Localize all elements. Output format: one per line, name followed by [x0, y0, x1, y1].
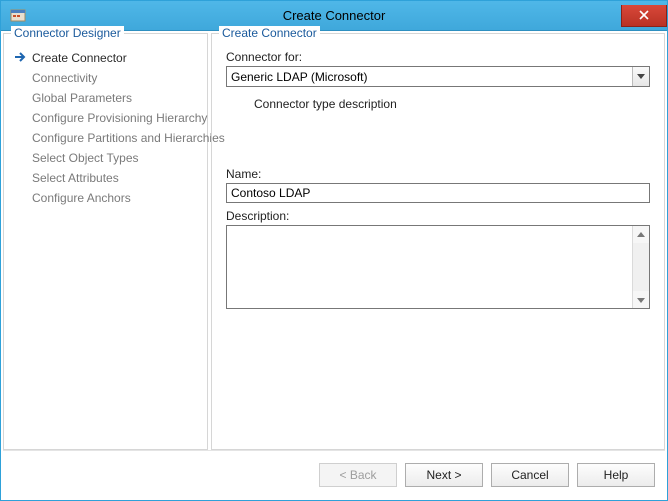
- scroll-down-icon: [633, 291, 649, 308]
- dropdown-arrow-icon: [632, 67, 649, 86]
- main-header: Create Connector: [219, 26, 320, 40]
- step-label: Configure Anchors: [32, 191, 131, 205]
- step-configure-anchors[interactable]: Configure Anchors: [12, 188, 199, 208]
- back-button[interactable]: < Back: [319, 463, 397, 487]
- cancel-button[interactable]: Cancel: [491, 463, 569, 487]
- description-scrollbar[interactable]: [632, 226, 649, 308]
- description-label: Description:: [226, 209, 650, 223]
- current-step-arrow-icon: [14, 51, 28, 63]
- window-title: Create Connector: [1, 8, 667, 23]
- connector-for-value: Generic LDAP (Microsoft): [231, 70, 367, 84]
- close-icon: [639, 10, 649, 20]
- next-button[interactable]: Next >: [405, 463, 483, 487]
- create-connector-panel: Create Connector Connector for: Generic …: [211, 33, 665, 450]
- step-label: Configure Partitions and Hierarchies: [32, 131, 225, 145]
- create-connector-window: Create Connector Connector Designer Crea…: [0, 0, 668, 501]
- step-label: Connectivity: [32, 71, 97, 85]
- step-label: Select Attributes: [32, 171, 119, 185]
- name-label: Name:: [226, 167, 650, 181]
- step-select-object-types[interactable]: Select Object Types: [12, 148, 199, 168]
- connector-for-dropdown[interactable]: Generic LDAP (Microsoft): [226, 66, 650, 87]
- close-button[interactable]: [621, 5, 667, 27]
- help-button[interactable]: Help: [577, 463, 655, 487]
- step-label: Create Connector: [32, 51, 127, 65]
- connector-type-description: Connector type description: [254, 97, 650, 111]
- button-bar: < Back Next > Cancel Help: [3, 450, 665, 498]
- description-input[interactable]: [227, 226, 632, 308]
- form-area: Connector for: Generic LDAP (Microsoft) …: [220, 42, 656, 441]
- step-create-connector[interactable]: Create Connector: [12, 48, 199, 68]
- step-connectivity[interactable]: Connectivity: [12, 68, 199, 88]
- step-label: Configure Provisioning Hierarchy: [32, 111, 207, 125]
- name-input[interactable]: [226, 183, 650, 203]
- step-configure-provisioning-hierarchy[interactable]: Configure Provisioning Hierarchy: [12, 108, 199, 128]
- wizard-steps: Create Connector Connectivity Global Par…: [12, 48, 199, 208]
- connector-for-label: Connector for:: [226, 50, 650, 64]
- app-icon: [10, 8, 26, 24]
- step-select-attributes[interactable]: Select Attributes: [12, 168, 199, 188]
- sidebar-header: Connector Designer: [11, 26, 124, 40]
- step-configure-partitions-hierarchies[interactable]: Configure Partitions and Hierarchies: [12, 128, 199, 148]
- description-field-wrap: [226, 225, 650, 309]
- scroll-up-icon: [633, 226, 649, 243]
- step-global-parameters[interactable]: Global Parameters: [12, 88, 199, 108]
- connector-designer-panel: Connector Designer Create Connector Conn…: [3, 33, 208, 450]
- step-label: Global Parameters: [32, 91, 132, 105]
- step-label: Select Object Types: [32, 151, 139, 165]
